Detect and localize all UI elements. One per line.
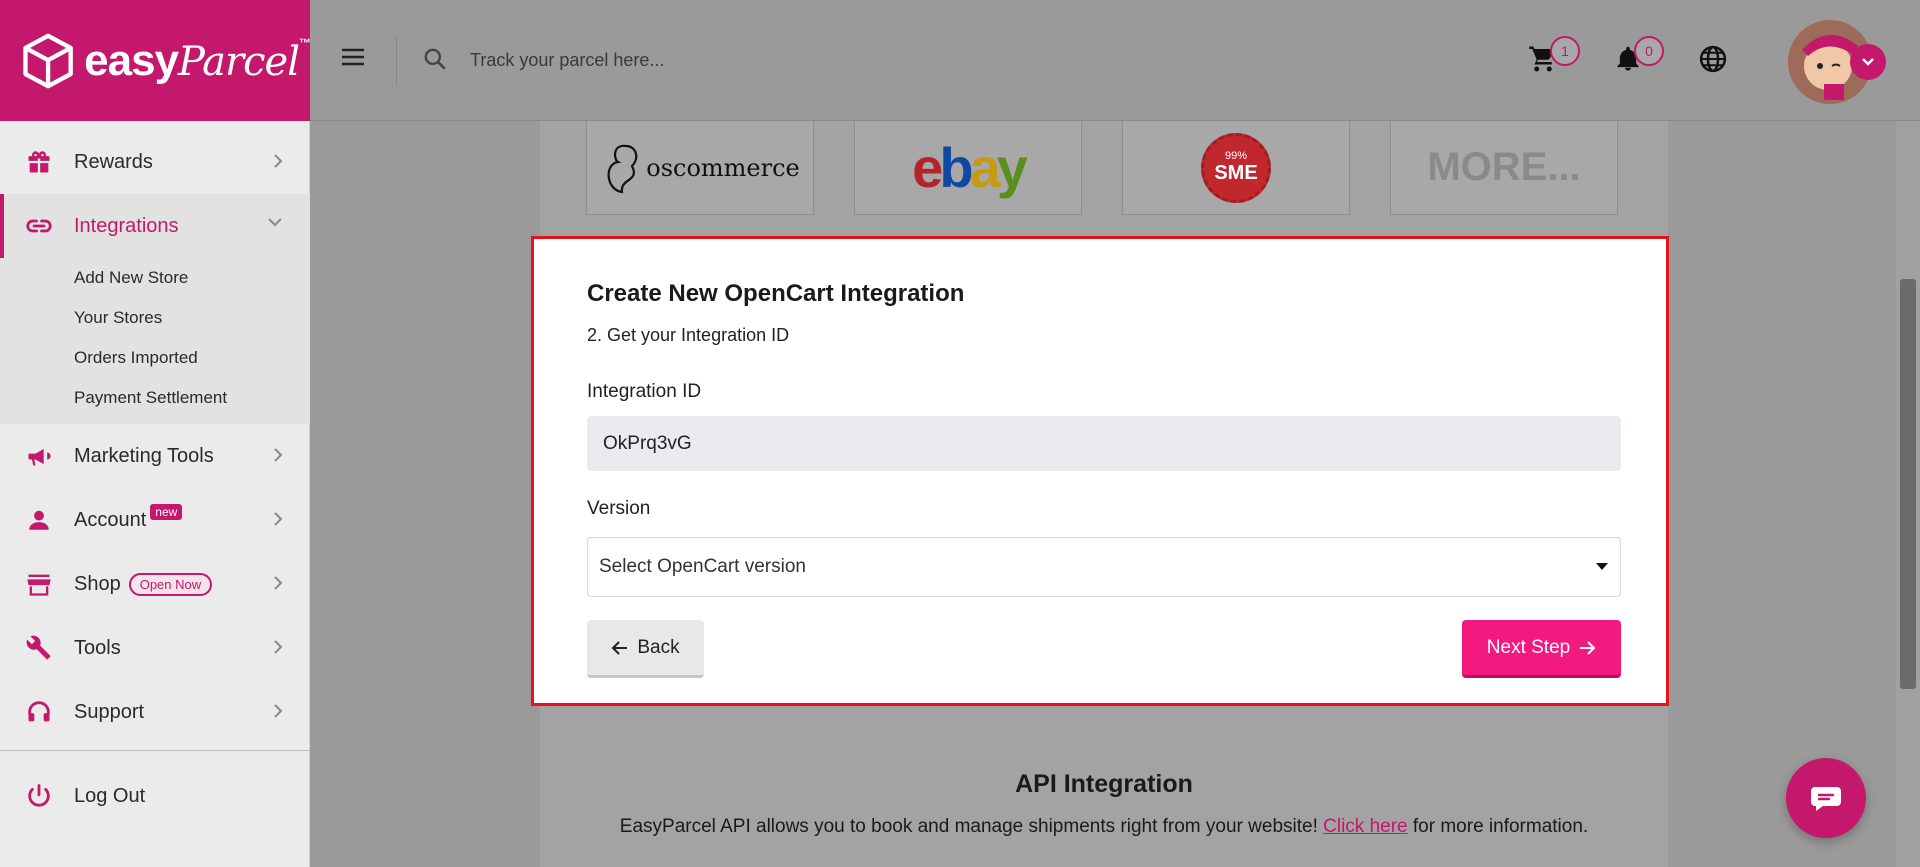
chat-icon bbox=[1811, 787, 1841, 811]
caret-down-icon bbox=[1596, 563, 1608, 570]
api-click-here-link[interactable]: Click here bbox=[1323, 816, 1407, 837]
opencart-version-select[interactable]: Select OpenCart version bbox=[587, 537, 1621, 597]
brand-logo[interactable]: easyParcel™ bbox=[0, 0, 311, 121]
modal-step-text: 2. Get your Integration ID bbox=[587, 325, 790, 345]
power-icon bbox=[24, 781, 54, 811]
link-icon bbox=[24, 211, 54, 241]
store-icon bbox=[24, 569, 54, 599]
sidebar-item-support[interactable]: Support bbox=[0, 680, 310, 744]
new-badge: new bbox=[150, 504, 183, 520]
sme-seal-icon: 99% SME bbox=[1201, 132, 1271, 203]
headset-icon bbox=[24, 697, 54, 727]
wrench-icon bbox=[24, 633, 54, 663]
api-integration-description: EasyParcel API allows you to book and ma… bbox=[619, 816, 1589, 837]
integration-id-label: Integration ID bbox=[587, 381, 702, 402]
sidebar: easyParcel™ Rewards Integrations Add New… bbox=[0, 0, 311, 867]
modal-title: Create New OpenCart Integration bbox=[587, 280, 965, 307]
sidebar-item-integrations[interactable]: Integrations bbox=[0, 194, 310, 258]
submenu-your-stores[interactable]: Your Stores bbox=[0, 298, 310, 338]
chevron-right-icon bbox=[274, 154, 283, 168]
sidebar-item-tools[interactable]: Tools bbox=[0, 616, 310, 680]
version-select-value: Select OpenCart version bbox=[599, 556, 806, 577]
chevron-right-icon bbox=[274, 448, 283, 462]
sidebar-item-shop[interactable]: Shop Open Now bbox=[0, 552, 310, 616]
gift-icon bbox=[24, 147, 54, 177]
platform-sme[interactable]: 99% SME bbox=[1122, 121, 1350, 215]
hamburger-menu-icon[interactable] bbox=[340, 46, 366, 73]
sidebar-item-marketing-tools[interactable]: Marketing Tools bbox=[0, 424, 310, 488]
language-button[interactable] bbox=[1698, 44, 1728, 79]
submenu-orders-imported[interactable]: Orders Imported bbox=[0, 338, 310, 378]
api-integration-title: API Integration bbox=[1015, 770, 1193, 798]
sidebar-item-logout[interactable]: Log Out bbox=[0, 751, 310, 841]
sidebar-item-rewards[interactable]: Rewards bbox=[0, 130, 310, 194]
chevron-down-icon bbox=[268, 218, 282, 227]
next-step-button[interactable]: Next Step bbox=[1462, 620, 1621, 678]
platform-oscommerce[interactable]: oscommerce bbox=[586, 121, 814, 215]
chevron-down-icon bbox=[1862, 58, 1874, 66]
chevron-right-icon bbox=[274, 512, 283, 526]
opencart-integration-modal: Create New OpenCart Integration 2. Get y… bbox=[531, 236, 1669, 706]
notification-count-badge: 0 bbox=[1634, 36, 1664, 66]
platform-ebay[interactable]: ebay bbox=[854, 121, 1082, 215]
arrow-left-icon bbox=[611, 640, 628, 655]
megaphone-icon bbox=[24, 441, 54, 471]
arrow-right-icon bbox=[1580, 640, 1596, 655]
sidebar-nav: Rewards Integrations Add New Store Your … bbox=[0, 130, 310, 841]
box-logo-icon bbox=[23, 33, 73, 88]
back-button[interactable]: Back bbox=[587, 620, 704, 678]
open-now-badge: Open Now bbox=[128, 572, 213, 596]
submenu-add-new-store[interactable]: Add New Store bbox=[0, 258, 310, 298]
search-icon bbox=[422, 46, 448, 77]
oscommerce-logo-icon bbox=[607, 144, 638, 193]
chevron-right-icon bbox=[274, 576, 283, 590]
integration-id-field[interactable] bbox=[587, 416, 1621, 471]
person-icon bbox=[24, 505, 54, 535]
ebay-logo: ebay bbox=[912, 136, 1028, 199]
header-divider bbox=[396, 36, 397, 86]
sidebar-item-account[interactable]: Account new bbox=[0, 488, 310, 552]
version-label: Version bbox=[587, 498, 651, 519]
top-header: 1 0 bbox=[310, 0, 1920, 121]
cart-count-badge: 1 bbox=[1550, 36, 1580, 66]
oscommerce-label: oscommerce bbox=[646, 153, 800, 182]
chevron-right-icon bbox=[274, 640, 283, 654]
scrollbar-thumb[interactable] bbox=[1900, 279, 1916, 689]
platform-more[interactable]: MORE... bbox=[1390, 121, 1618, 215]
logo-wordmark: easyParcel™ bbox=[84, 35, 311, 85]
integrations-submenu: Add New Store Your Stores Orders Importe… bbox=[0, 258, 310, 424]
page-scrollbar[interactable] bbox=[1896, 121, 1920, 867]
submenu-payment-settlement[interactable]: Payment Settlement bbox=[0, 378, 310, 418]
globe-icon bbox=[1699, 45, 1727, 73]
chevron-right-icon bbox=[274, 704, 283, 718]
live-chat-button[interactable] bbox=[1786, 758, 1866, 838]
track-parcel-input[interactable] bbox=[470, 40, 1070, 80]
profile-dropdown-button[interactable] bbox=[1850, 44, 1886, 80]
